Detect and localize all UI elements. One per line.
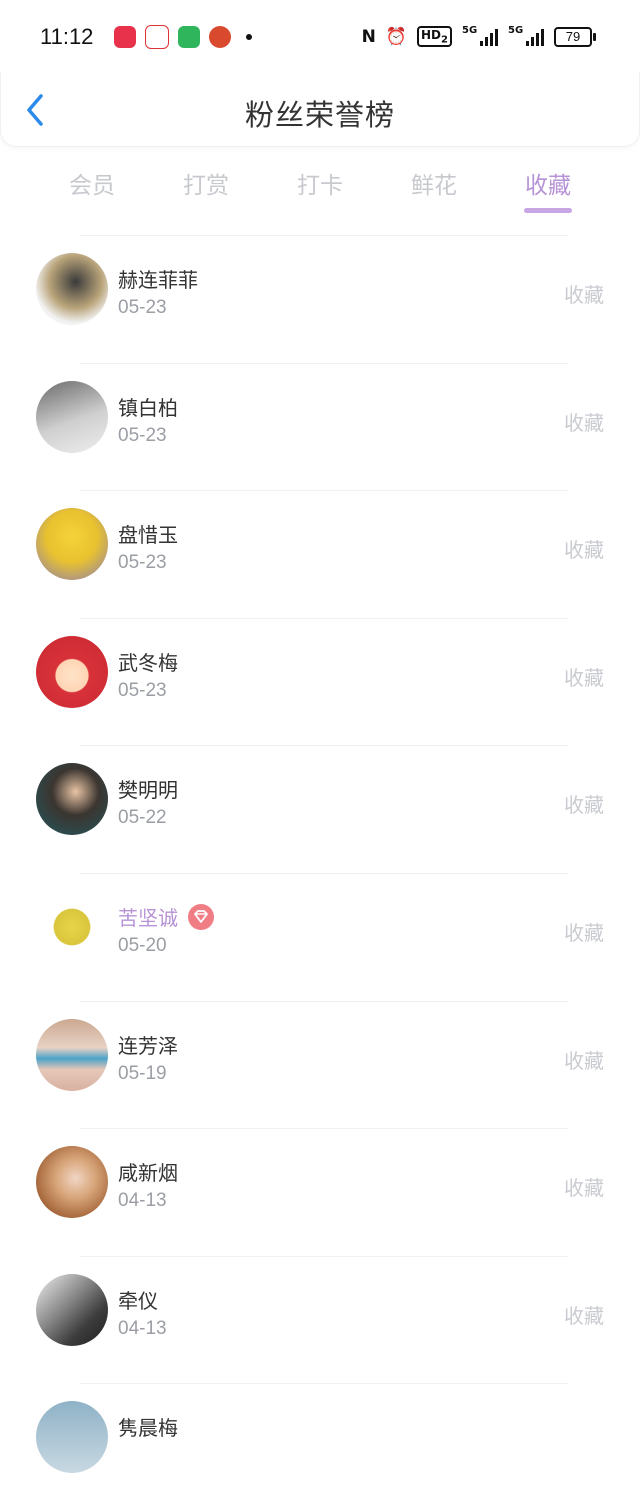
network-type-label: 5G bbox=[462, 24, 478, 36]
nfc-icon: N bbox=[361, 26, 376, 47]
signal-icon: 5G bbox=[462, 24, 498, 46]
fan-name: 樊明明 bbox=[118, 778, 178, 803]
hd-sub: 2 bbox=[441, 34, 448, 46]
app-notification-icon bbox=[209, 26, 231, 48]
avatar[interactable] bbox=[36, 635, 108, 708]
favorite-label: 收藏 bbox=[564, 283, 604, 307]
list-item[interactable]: 隽晨梅 bbox=[0, 1383, 640, 1511]
list-item[interactable]: 武冬梅 05-23 收藏 bbox=[0, 617, 640, 746]
app-notification-icon bbox=[114, 26, 136, 48]
tab-flowers[interactable]: 鲜花 bbox=[394, 166, 474, 200]
fan-date: 05-22 bbox=[118, 807, 167, 829]
favorite-label: 收藏 bbox=[564, 538, 604, 563]
favorite-label: 收藏 bbox=[564, 793, 604, 818]
avatar[interactable] bbox=[36, 1018, 108, 1091]
fan-date: 05-23 bbox=[118, 424, 167, 446]
avatar[interactable] bbox=[36, 1146, 108, 1219]
fan-name: 武冬梅 bbox=[118, 650, 178, 675]
favorite-label: 收藏 bbox=[564, 920, 604, 945]
fan-name: 牵仪 bbox=[118, 1288, 158, 1313]
active-tab-indicator bbox=[524, 208, 572, 213]
avatar[interactable] bbox=[36, 890, 108, 963]
page-title: 粉丝荣誉榜 bbox=[244, 98, 395, 132]
fan-list: 赫连菲菲 05-23 收藏 镇白柏 05-23 收藏 盘惜玉 05-23 收藏 … bbox=[0, 235, 640, 1511]
avatar[interactable] bbox=[36, 253, 108, 325]
list-item[interactable]: 苦坚诚 05-20 收藏 bbox=[0, 872, 640, 1001]
avatar[interactable] bbox=[36, 1273, 108, 1346]
divider bbox=[80, 745, 568, 747]
tab-members[interactable]: 会员 bbox=[52, 166, 132, 200]
fan-date: 04-13 bbox=[118, 1190, 167, 1212]
alarm-icon: ⏰ bbox=[385, 26, 408, 47]
fan-name: 赫连菲菲 bbox=[118, 268, 198, 292]
list-item[interactable]: 樊明明 05-22 收藏 bbox=[0, 745, 640, 873]
favorite-label: 收藏 bbox=[564, 1048, 604, 1073]
status-time: 11:12 bbox=[40, 24, 94, 49]
status-bar: 11:12 N ⏰ HD2 5G 5G 79 bbox=[0, 0, 640, 72]
divider bbox=[80, 1000, 568, 1002]
fan-date: 05-20 bbox=[118, 934, 167, 956]
divider bbox=[80, 490, 568, 492]
fan-date: 04-13 bbox=[118, 1317, 167, 1339]
diamond-icon bbox=[194, 910, 208, 923]
favorite-label: 收藏 bbox=[564, 1303, 604, 1328]
notification-icons bbox=[114, 25, 252, 49]
fan-name: 连芳泽 bbox=[118, 1033, 178, 1058]
tab-bar: 会员 打赏 打卡 鲜花 收藏 bbox=[0, 156, 640, 216]
fan-name: 隽晨梅 bbox=[118, 1416, 178, 1441]
divider bbox=[80, 617, 568, 619]
tab-checkin[interactable]: 打卡 bbox=[280, 166, 360, 200]
divider bbox=[80, 1255, 568, 1257]
fan-date: 05-23 bbox=[118, 679, 167, 701]
favorite-label: 收藏 bbox=[564, 665, 604, 690]
list-item[interactable]: 咸新烟 04-13 收藏 bbox=[0, 1128, 640, 1256]
divider bbox=[80, 235, 568, 236]
fan-date: 05-23 bbox=[118, 552, 167, 574]
list-item[interactable]: 连芳泽 05-19 收藏 bbox=[0, 1000, 640, 1129]
favorite-label: 收藏 bbox=[564, 410, 604, 435]
vip-diamond-icon bbox=[188, 903, 214, 930]
system-icons: N ⏰ HD2 5G 5G 79 bbox=[361, 24, 596, 48]
tab-favorites[interactable]: 收藏 bbox=[508, 166, 588, 200]
signal-icon: 5G bbox=[508, 24, 544, 46]
divider bbox=[80, 872, 568, 874]
fan-name: 苦坚诚 bbox=[118, 905, 178, 930]
app-notification-icon bbox=[145, 25, 169, 49]
avatar[interactable] bbox=[36, 380, 108, 453]
hd-voice-icon: HD2 bbox=[417, 26, 452, 48]
more-notifications-dot-icon bbox=[246, 34, 252, 40]
fan-date: 05-23 bbox=[118, 297, 167, 318]
list-item[interactable]: 赫连菲菲 05-23 收藏 bbox=[0, 235, 640, 363]
divider bbox=[80, 362, 568, 364]
favorite-label: 收藏 bbox=[564, 1176, 604, 1201]
app-notification-icon bbox=[178, 26, 200, 48]
fan-name: 盘惜玉 bbox=[118, 523, 178, 548]
network-type-label: 5G bbox=[508, 24, 524, 36]
divider bbox=[80, 1383, 568, 1385]
divider bbox=[80, 1128, 568, 1130]
avatar[interactable] bbox=[36, 508, 108, 581]
fan-date: 05-19 bbox=[118, 1062, 167, 1084]
hd-label: HD bbox=[421, 28, 442, 42]
tab-tips[interactable]: 打赏 bbox=[166, 166, 246, 200]
fan-name: 咸新烟 bbox=[118, 1161, 178, 1186]
avatar[interactable] bbox=[36, 1401, 108, 1474]
list-item[interactable]: 牵仪 04-13 收藏 bbox=[0, 1255, 640, 1384]
avatar[interactable] bbox=[36, 763, 108, 836]
fan-name: 镇白柏 bbox=[118, 395, 178, 420]
list-item[interactable]: 盘惜玉 05-23 收藏 bbox=[0, 490, 640, 618]
header: 粉丝荣誉榜 bbox=[0, 72, 640, 147]
list-item[interactable]: 镇白柏 05-23 收藏 bbox=[0, 362, 640, 491]
battery-icon: 79 bbox=[554, 26, 596, 47]
